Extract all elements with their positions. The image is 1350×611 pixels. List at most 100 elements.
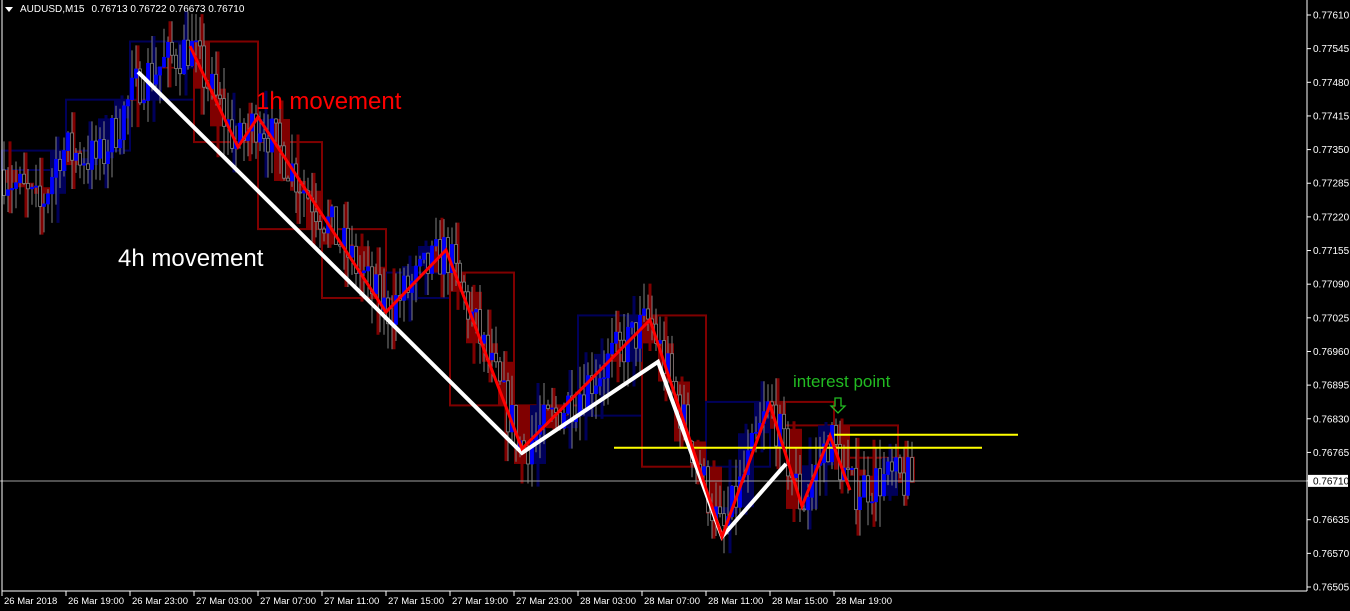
candle-body	[10, 188, 14, 191]
candle-body	[278, 122, 282, 147]
candle-body	[286, 177, 290, 182]
time-tick-label: 26 Mar 23:00	[132, 596, 188, 607]
candle-body	[22, 173, 26, 184]
candle-body	[494, 352, 498, 363]
price-chart[interactable]: 1h movement 4h movement interest point 0…	[0, 0, 1350, 611]
candle-body	[850, 467, 854, 471]
candle-body	[142, 100, 146, 104]
candle-body	[722, 513, 726, 526]
candle-body	[158, 66, 162, 76]
candle-body	[542, 404, 546, 426]
candle-body	[866, 475, 870, 503]
candle-body	[30, 186, 34, 190]
candle-body	[118, 139, 122, 149]
candle-body	[794, 473, 798, 479]
time-tick-label: 28 Mar 19:00	[836, 596, 892, 607]
candle-body	[282, 145, 286, 179]
candle-body	[882, 474, 886, 497]
candle-body	[298, 191, 302, 194]
candle-body	[66, 132, 70, 151]
time-tick-label: 27 Mar 23:00	[516, 596, 572, 607]
candle-body	[582, 394, 586, 410]
time-tick-label: 27 Mar 15:00	[388, 596, 444, 607]
candle-body	[14, 182, 18, 189]
candle-body	[78, 152, 82, 166]
label-1h-movement: 1h movement	[256, 88, 402, 115]
candle-body	[94, 140, 98, 159]
candle-body	[150, 62, 154, 85]
candle-body	[166, 41, 170, 58]
time-tick-label: 26 Mar 19:00	[68, 596, 124, 607]
candle-body	[718, 506, 722, 515]
price-tick-label: 0.76895	[1313, 381, 1350, 392]
candle-body	[178, 68, 182, 75]
candle-body	[350, 245, 354, 258]
candle-body	[430, 245, 434, 274]
candle-body	[194, 40, 198, 43]
price-tick-label: 0.77415	[1313, 111, 1350, 122]
candle-body	[98, 139, 102, 159]
candle-body	[46, 193, 50, 205]
candle-body	[214, 73, 218, 96]
candle-body	[362, 270, 366, 274]
candle-body	[630, 322, 634, 328]
candle-body	[858, 496, 862, 511]
candle-body	[606, 353, 610, 379]
candle-body	[62, 150, 66, 171]
candle-body	[186, 39, 190, 66]
label-interest-point: interest point	[793, 372, 891, 391]
time-tick-label: 27 Mar 11:00	[324, 596, 379, 607]
candle-body	[490, 352, 494, 361]
price-tick-label: 0.76710	[1313, 476, 1350, 487]
candle-body	[258, 133, 262, 143]
time-tick-label: 27 Mar 03:00	[196, 596, 252, 607]
candle-body	[878, 468, 882, 497]
price-tick-label: 0.77480	[1313, 78, 1350, 89]
candle-body	[802, 508, 806, 511]
price-tick-label: 0.77545	[1313, 44, 1350, 55]
candle-body	[154, 74, 158, 85]
time-tick-label: 28 Mar 15:00	[772, 596, 828, 607]
price-tick-label: 0.77155	[1313, 246, 1350, 257]
candle-body	[886, 461, 890, 475]
candle-body	[454, 244, 458, 264]
candle-body	[210, 73, 214, 90]
candle-body	[266, 138, 270, 153]
candle-body	[870, 501, 874, 504]
candle-body	[174, 54, 178, 69]
candle-body	[54, 158, 58, 178]
candle-body	[594, 385, 598, 394]
candle-body	[550, 407, 554, 410]
time-tick-label: 28 Mar 07:00	[644, 596, 700, 607]
candle-body	[74, 152, 78, 161]
candle-body	[670, 353, 674, 382]
price-tick-label: 0.77350	[1313, 145, 1350, 156]
price-tick-label: 0.77090	[1313, 280, 1350, 291]
price-axis[interactable]: 0.77610 0.77545 0.77480 0.77415 0.77350 0.772…	[1307, 11, 1350, 594]
candle-body	[898, 457, 902, 474]
candle-body	[598, 378, 602, 387]
candle-body	[34, 185, 38, 188]
price-tick-label: 0.77025	[1313, 313, 1350, 324]
candle-body	[442, 237, 446, 275]
candle-body	[114, 118, 118, 149]
candle-body	[90, 140, 94, 170]
candle-body	[374, 274, 378, 295]
price-tick-label: 0.77610	[1313, 11, 1350, 22]
candle-body	[754, 431, 758, 434]
time-axis[interactable]: 26 Mar 2018 26 Mar 19:00 26 Mar 23:00 27 Ma…	[1, 591, 892, 607]
candle-body	[82, 163, 86, 166]
candle-body	[862, 475, 866, 498]
candle-body	[854, 467, 858, 511]
time-tick-label: 27 Mar 19:00	[452, 596, 508, 607]
candle-body	[874, 468, 878, 503]
candle-body	[458, 262, 462, 283]
price-tick-label: 0.76570	[1313, 549, 1350, 560]
price-tick-label: 0.76635	[1313, 515, 1350, 526]
candle-body	[342, 227, 346, 247]
candle-body	[902, 472, 906, 496]
candle-body	[434, 239, 438, 247]
candle-body	[546, 404, 550, 409]
price-tick-label: 0.76765	[1313, 448, 1350, 459]
candle-body	[498, 361, 502, 382]
